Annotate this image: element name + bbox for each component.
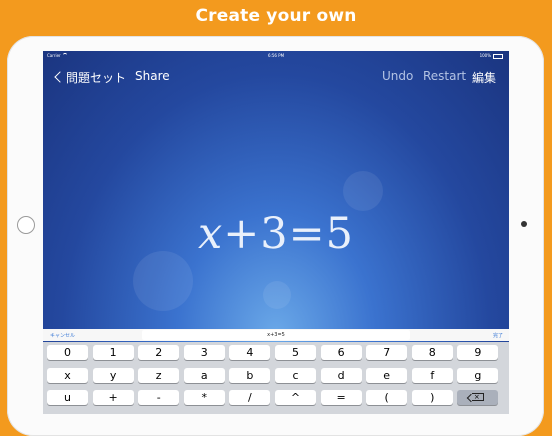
key-b[interactable]: b — [229, 367, 271, 383]
bokeh-light — [343, 171, 383, 211]
restart-button[interactable]: Restart — [423, 69, 466, 83]
cancel-button[interactable]: キャンセル — [50, 332, 75, 339]
front-camera — [521, 221, 527, 227]
key-0[interactable]: 0 — [47, 345, 88, 360]
undo-button[interactable]: Undo — [382, 69, 413, 83]
key-z[interactable]: z — [138, 367, 180, 383]
done-button[interactable]: 完了 — [493, 332, 503, 339]
key-8[interactable]: 8 — [411, 345, 453, 360]
key-a[interactable]: a — [183, 367, 225, 383]
key-y[interactable]: y — [92, 367, 134, 383]
key-plus[interactable]: + — [92, 390, 134, 405]
backspace-key[interactable]: × — [457, 390, 499, 405]
bokeh-light — [133, 251, 193, 311]
battery-icon — [493, 53, 503, 59]
key-5[interactable]: 5 — [275, 345, 316, 360]
key-9[interactable]: 9 — [457, 345, 499, 360]
battery-percent: 100% — [479, 53, 491, 58]
edit-button[interactable]: 編集 — [472, 69, 496, 86]
key-minus[interactable]: - — [138, 390, 180, 405]
share-button[interactable]: Share — [135, 69, 170, 83]
key-f[interactable]: f — [411, 367, 453, 383]
key-6[interactable]: 6 — [320, 345, 362, 360]
key-g[interactable]: g — [457, 367, 499, 383]
key-e[interactable]: e — [366, 367, 408, 383]
chevron-left-icon — [54, 71, 66, 83]
key-power[interactable]: ^ — [275, 390, 316, 405]
key-times[interactable]: * — [183, 390, 225, 405]
equation-display[interactable]: x+3=5 — [43, 209, 509, 259]
back-button-label: 問題セット — [66, 71, 127, 85]
equation-rest[interactable]: +3=5 — [223, 209, 354, 259]
equation-input-field[interactable]: x+3=5 — [142, 330, 410, 340]
key-1[interactable]: 1 — [92, 345, 134, 360]
key-x[interactable]: x — [47, 367, 88, 383]
key-equals[interactable]: = — [320, 390, 362, 405]
equation-variable[interactable]: x — [198, 209, 223, 259]
key-3[interactable]: 3 — [183, 345, 225, 360]
banner-title: Create your own — [195, 6, 357, 26]
key-close-paren[interactable]: ) — [411, 390, 453, 405]
equation-input-bar: キャンセル x+3=5 完了 — [43, 329, 509, 341]
home-button[interactable] — [17, 216, 35, 234]
key-divide[interactable]: / — [229, 390, 271, 405]
status-bar: Carrier 6:56 PM 100% — [43, 51, 509, 60]
status-time: 6:56 PM — [267, 53, 285, 58]
key-u[interactable]: u — [47, 390, 88, 405]
key-c[interactable]: c — [275, 367, 316, 383]
key-d[interactable]: d — [320, 367, 362, 383]
math-keyboard: 0 1 2 3 4 5 6 7 8 9 x y z a b c d e f g u + - * / ^ = () × — [43, 342, 509, 414]
toolbar: 問題セット Share Undo Restart 編集 — [43, 67, 509, 85]
key-2[interactable]: 2 — [138, 345, 180, 360]
battery-indicator: 100% — [480, 53, 503, 59]
bokeh-light — [263, 281, 291, 309]
app-screen: Carrier 6:56 PM 100% 問題セット Share Undo Re… — [43, 51, 509, 414]
key-open-paren[interactable]: ( — [366, 390, 408, 405]
key-7[interactable]: 7 — [366, 345, 408, 360]
key-4[interactable]: 4 — [229, 345, 271, 360]
back-button[interactable]: 問題セット — [54, 69, 127, 86]
backspace-icon: × — [471, 393, 484, 401]
